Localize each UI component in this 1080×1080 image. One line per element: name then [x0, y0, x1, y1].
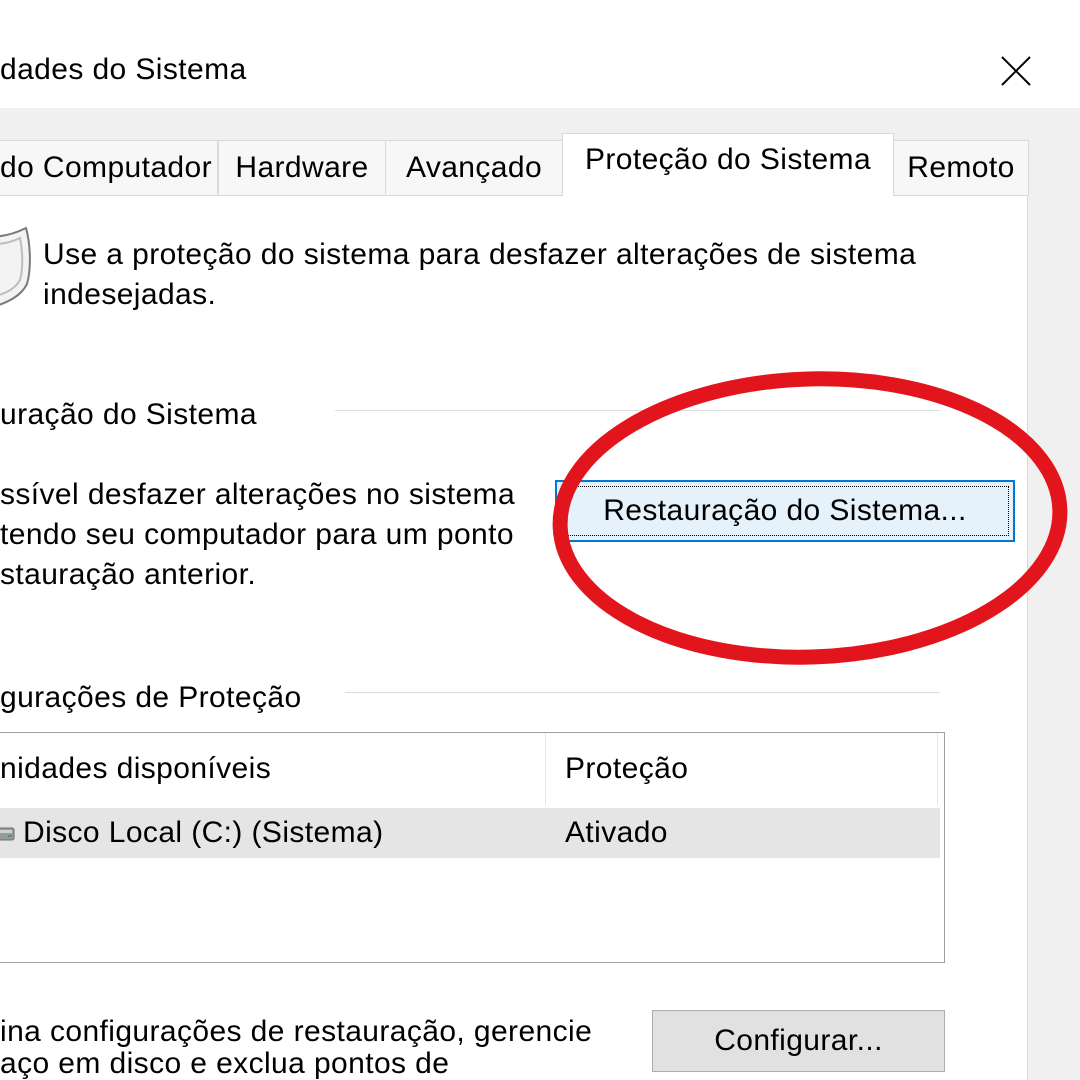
title-bar: dades do Sistema — [0, 0, 1080, 108]
drive-icon — [0, 827, 15, 841]
tab-system-protection[interactable]: Proteção do Sistema — [562, 133, 894, 196]
column-header-protection[interactable]: Proteção — [545, 733, 938, 805]
system-restore-button-label: Restauração do Sistema... — [603, 494, 967, 527]
restore-description: ssível desfazer alterações no sistema te… — [0, 475, 515, 595]
restore-group-divider — [335, 410, 940, 411]
tab-hardware[interactable]: Hardware — [218, 140, 386, 195]
configure-line: aço em disco e exclua pontos de — [0, 1047, 450, 1080]
drive-name-cell: Disco Local (C:) (Sistema) — [23, 816, 384, 849]
shield-icon — [0, 226, 31, 306]
intro-line: indesejadas. — [43, 278, 217, 311]
close-button[interactable] — [994, 50, 1038, 94]
protection-group-divider — [345, 692, 940, 693]
intro-line: Use a proteção do sistema para desfazer … — [43, 238, 917, 271]
protection-group-label: gurações de Proteção — [0, 681, 302, 714]
configure-description: ina configurações de restauração, gerenc… — [0, 1016, 592, 1080]
restore-line: ssível desfazer alterações no sistema — [0, 478, 516, 511]
protection-status-cell: Ativado — [565, 816, 668, 849]
restore-group-label: uração do Sistema — [0, 398, 257, 431]
column-header-drives[interactable]: nidades disponíveis — [0, 733, 545, 805]
drive-list[interactable]: nidades disponíveis Proteção Disco Local… — [0, 732, 945, 963]
restore-line: tendo seu computador para um ponto — [0, 518, 514, 551]
window-title: dades do Sistema — [0, 53, 247, 86]
system-restore-button[interactable]: Restauração do Sistema... — [555, 480, 1015, 542]
tab-computer-name[interactable]: do Computador — [0, 140, 218, 195]
close-icon — [1001, 56, 1031, 86]
configure-line: ina configurações de restauração, gerenc… — [0, 1015, 593, 1048]
system-protection-panel: Use a proteção do sistema para desfazer … — [0, 195, 1028, 1080]
tab-advanced[interactable]: Avançado — [385, 140, 563, 195]
table-row[interactable]: Disco Local (C:) (Sistema) Ativado — [0, 808, 940, 858]
intro-description: Use a proteção do sistema para desfazer … — [43, 235, 916, 315]
restore-line: stauração anterior. — [0, 558, 257, 591]
tab-remote[interactable]: Remoto — [893, 140, 1029, 195]
configure-button[interactable]: Configurar... — [652, 1010, 945, 1072]
